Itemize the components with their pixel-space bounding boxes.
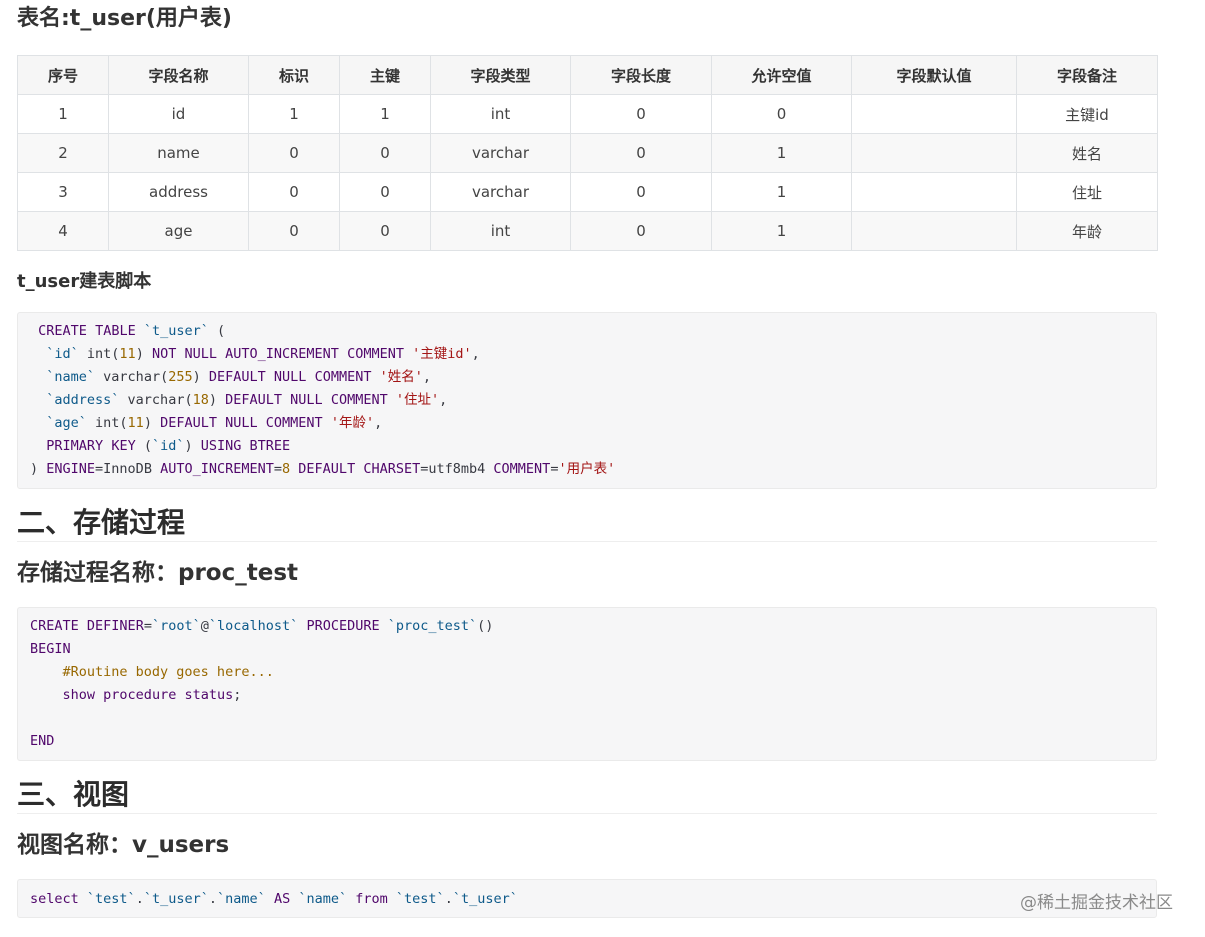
script-title: t_user建表脚本 (17, 271, 152, 292)
view-code-block[interactable]: select `test`.`t_user`.`name` AS `name` … (17, 879, 1157, 918)
column-header: 字段名称 (108, 55, 249, 95)
code-line: END (30, 733, 55, 749)
table-cell (851, 172, 1017, 212)
code-line: #Routine body goes here... (30, 664, 274, 680)
procedure-name-subheading: 存储过程名称：proc_test (17, 560, 299, 586)
watermark: @稀土掘金技术社区 (1020, 893, 1173, 913)
table-row: 3 address 0 0 varchar 0 1 住址 (17, 172, 1158, 212)
table-cell: age (108, 211, 249, 251)
code-line: BEGIN (30, 641, 71, 657)
code-line: `name` varchar(255) DEFAULT NULL COMMENT… (46, 369, 432, 385)
code-line: PRIMARY KEY (`id`) USING BTREE (46, 438, 291, 454)
column-header: 字段备注 (1016, 55, 1158, 95)
code-line: select `test`.`t_user`.`name` AS `name` … (30, 891, 518, 907)
table-cell: 年龄 (1016, 211, 1158, 251)
table-cell: 0 (339, 172, 431, 212)
table-cell: 2 (17, 133, 109, 173)
table-cell: id (108, 94, 249, 134)
table-cell: int (430, 94, 571, 134)
table-cell: 1 (17, 94, 109, 134)
column-header: 序号 (17, 55, 109, 95)
table-cell: varchar (430, 172, 571, 212)
table-cell (851, 133, 1017, 173)
table-cell (851, 211, 1017, 251)
table-row: 4 age 0 0 int 0 1 年龄 (17, 211, 1158, 251)
table-cell: int (430, 211, 571, 251)
table-cell: 0 (248, 133, 340, 173)
table-cell: varchar (430, 133, 571, 173)
view-name-subheading: 视图名称：v_users (17, 832, 230, 858)
table-cell: 1 (711, 172, 852, 212)
table-cell: name (108, 133, 249, 173)
code-line: `id` int(11) NOT NULL AUTO_INCREMENT COM… (46, 346, 480, 362)
procedure-code-block[interactable]: CREATE DEFINER=`root`@`localhost` PROCED… (17, 607, 1157, 761)
column-header: 允许空值 (711, 55, 852, 95)
column-header: 主键 (339, 55, 431, 95)
table-cell: 1 (248, 94, 340, 134)
table-header-row: 序号 字段名称 标识 主键 字段类型 字段长度 允许空值 字段默认值 字段备注 (17, 55, 1158, 95)
code-line: `age` int(11) DEFAULT NULL COMMENT '年龄', (46, 415, 383, 431)
table-cell: 4 (17, 211, 109, 251)
code-line: ) ENGINE=InnoDB AUTO_INCREMENT=8 DEFAULT… (30, 461, 616, 477)
code-line: CREATE TABLE `t_user` ( (38, 323, 226, 339)
table-cell: 住址 (1016, 172, 1158, 212)
code-line: CREATE DEFINER=`root`@`localhost` PROCED… (30, 618, 494, 634)
table-cell: 0 (570, 133, 712, 173)
table-cell: 1 (339, 94, 431, 134)
field-table: 序号 字段名称 标识 主键 字段类型 字段长度 允许空值 字段默认值 字段备注 … (17, 55, 1158, 251)
create-table-code-block[interactable]: CREATE TABLE `t_user` ( `id` int(11) NOT… (17, 312, 1157, 489)
table-cell: 主键id (1016, 94, 1158, 134)
table-cell: 3 (17, 172, 109, 212)
table-cell: 0 (570, 211, 712, 251)
table-row: 2 name 0 0 varchar 0 1 姓名 (17, 133, 1158, 173)
table-cell: 1 (711, 133, 852, 173)
code-line: show procedure status; (62, 687, 242, 703)
column-header: 标识 (248, 55, 340, 95)
table-cell: 0 (570, 172, 712, 212)
table-cell: 0 (711, 94, 852, 134)
table-cell: 1 (711, 211, 852, 251)
table-cell: 0 (339, 133, 431, 173)
column-header: 字段默认值 (851, 55, 1017, 95)
table-cell: 0 (570, 94, 712, 134)
code-line: `address` varchar(18) DEFAULT NULL COMME… (46, 392, 448, 408)
table-cell: address (108, 172, 249, 212)
procedure-heading: 二、存储过程 (17, 505, 1157, 542)
table-cell: 0 (248, 172, 340, 212)
view-heading: 三、视图 (17, 777, 1157, 814)
table-name-title: 表名:t_user(用户表) (17, 6, 232, 31)
table-cell: 姓名 (1016, 133, 1158, 173)
table-cell (851, 94, 1017, 134)
column-header: 字段类型 (430, 55, 571, 95)
table-cell: 0 (248, 211, 340, 251)
table-cell: 0 (339, 211, 431, 251)
table-row: 1 id 1 1 int 0 0 主键id (17, 94, 1158, 134)
column-header: 字段长度 (570, 55, 712, 95)
